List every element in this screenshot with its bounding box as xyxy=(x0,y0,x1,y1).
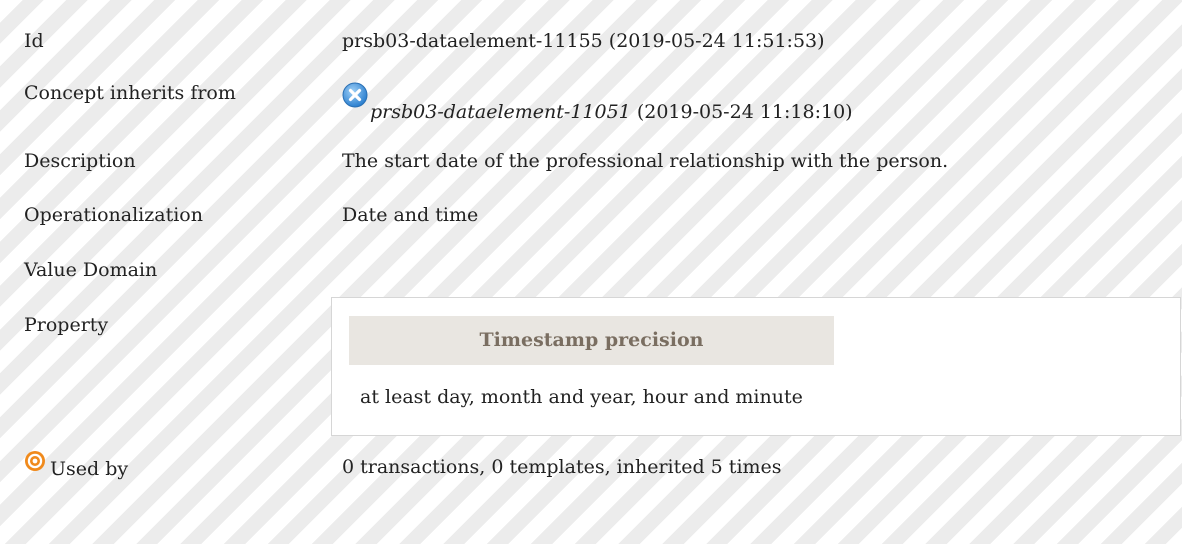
property-table: Timestamp precision at least day, month … xyxy=(331,297,1181,436)
used-by-label: Used by xyxy=(50,458,129,480)
operationalization-label: Operationalization xyxy=(24,204,203,226)
property-header: Timestamp precision xyxy=(349,316,834,365)
operationalization-value: Date and time xyxy=(342,204,479,226)
value-domain-label: Value Domain xyxy=(24,259,158,281)
inherits-link[interactable]: prsb03-dataelement-11051 xyxy=(370,101,631,123)
used-by-value: 0 transactions, 0 templates, inherited 5… xyxy=(342,456,782,478)
property-value: at least day, month and year, hour and m… xyxy=(360,386,803,408)
id-label: Id xyxy=(24,30,44,52)
close-circle-icon[interactable] xyxy=(342,82,368,108)
inherits-suffix: (2019-05-24 11:18:10) xyxy=(630,101,853,123)
used-by-label-group: Used by xyxy=(24,451,129,480)
description-label: Description xyxy=(24,150,136,172)
description-value: The start date of the professional relat… xyxy=(342,150,949,172)
inherits-value: prsb03-dataelement-11051 (2019-05-24 11:… xyxy=(342,82,853,123)
inherits-label: Concept inherits from xyxy=(24,82,236,104)
id-value: prsb03-dataelement-11155 (2019-05-24 11:… xyxy=(342,30,825,52)
target-icon xyxy=(24,450,46,472)
property-label: Property xyxy=(24,314,109,336)
